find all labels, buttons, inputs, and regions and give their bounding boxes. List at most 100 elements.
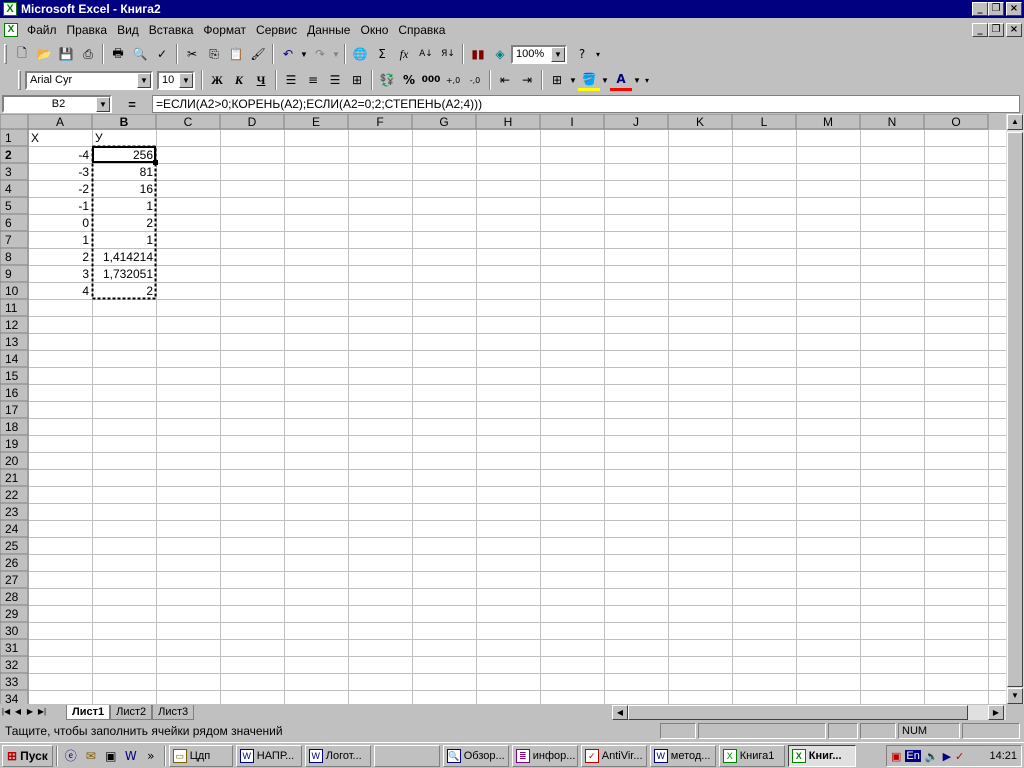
taskbar-button[interactable]: Wметод... xyxy=(649,744,716,767)
menu-window[interactable]: Окно xyxy=(355,20,393,40)
align-right-icon[interactable]: ☰ xyxy=(324,69,346,91)
select-all-button[interactable] xyxy=(0,114,29,130)
internet-explorer-icon[interactable]: ⓔ xyxy=(61,746,81,766)
horizontal-scroll-thumb[interactable] xyxy=(628,705,968,720)
restore-button[interactable]: ❐ xyxy=(988,2,1004,16)
font-color-dropdown-icon[interactable]: ▼ xyxy=(632,76,642,85)
taskbar-button[interactable]: W Логот... xyxy=(304,744,371,767)
font-select[interactable]: Arial Cyr ▼ xyxy=(25,70,153,90)
taskbar-button[interactable]: ✓ AntiVir... xyxy=(580,744,647,767)
vertical-scroll-thumb[interactable] xyxy=(1007,132,1023,687)
cell-B3[interactable]: 81 xyxy=(140,165,154,179)
underline-button[interactable]: Ч xyxy=(250,69,272,91)
save-icon[interactable]: 💾 xyxy=(55,43,77,65)
decrease-decimal-icon[interactable]: -,0 xyxy=(464,69,486,91)
edit-formula-button[interactable]: = xyxy=(112,97,152,112)
currency-icon[interactable]: 💱 xyxy=(376,69,398,91)
menu-edit[interactable]: Правка xyxy=(62,20,113,40)
sheet-tab-1[interactable]: Лист1 xyxy=(66,704,111,720)
workbook-close-button[interactable]: × xyxy=(1006,23,1022,37)
toolbar-grip[interactable] xyxy=(4,44,7,64)
percent-icon[interactable]: % xyxy=(398,69,420,91)
taskbar-button[interactable] xyxy=(373,744,440,767)
scroll-right-icon[interactable]: ▶ xyxy=(988,705,1004,720)
increase-decimal-icon[interactable]: +,0 xyxy=(442,69,464,91)
font-size-dropdown-icon[interactable]: ▼ xyxy=(179,72,193,88)
menu-data[interactable]: Данные xyxy=(302,20,355,40)
cell-A9[interactable]: 3 xyxy=(82,267,89,281)
cell-B7[interactable]: 1 xyxy=(146,233,153,247)
more-buttons-icon[interactable]: ▾ xyxy=(593,50,603,59)
workbook-icon[interactable]: X xyxy=(4,23,18,37)
last-sheet-icon[interactable]: ▶| xyxy=(36,705,48,719)
cell-B10[interactable]: 2 xyxy=(146,284,153,298)
merge-center-icon[interactable]: ⊞ xyxy=(346,69,368,91)
tray-media-icon[interactable]: ▶ xyxy=(943,750,951,763)
undo-icon[interactable]: ↶ xyxy=(277,43,299,65)
taskbar-button-active[interactable]: X Книг... xyxy=(787,744,856,767)
cell-A5[interactable]: -1 xyxy=(78,199,89,213)
cell-A1[interactable]: X xyxy=(31,131,39,145)
font-color-icon[interactable]: A xyxy=(610,69,632,91)
italic-button[interactable]: К xyxy=(228,69,250,91)
thousands-icon[interactable]: 000 xyxy=(420,69,442,91)
redo-dropdown-icon[interactable]: ▼ xyxy=(331,50,341,59)
web-icon[interactable]: 🌐 xyxy=(349,43,371,65)
scroll-up-icon[interactable]: ▲ xyxy=(1007,114,1023,130)
close-button[interactable]: × xyxy=(1006,2,1022,16)
new-document-icon[interactable]: 🗋 xyxy=(11,43,33,65)
cell-B9[interactable]: 1,732051 xyxy=(103,267,153,281)
fill-color-dropdown-icon[interactable]: ▼ xyxy=(600,76,610,85)
cell-A10[interactable]: 4 xyxy=(82,284,89,298)
function-icon[interactable]: fx xyxy=(393,43,415,65)
align-center-icon[interactable]: ≡ xyxy=(302,69,324,91)
sheet-tab-3[interactable]: Лист3 xyxy=(152,704,195,720)
taskbar-button[interactable]: ▭ Цдп xyxy=(168,744,233,767)
align-left-icon[interactable]: ☰ xyxy=(280,69,302,91)
next-sheet-icon[interactable]: ▶ xyxy=(24,705,36,719)
scroll-left-icon[interactable]: ◀ xyxy=(612,705,628,720)
toolbar-grip[interactable] xyxy=(18,70,21,90)
menu-tools[interactable]: Сервис xyxy=(251,20,302,40)
open-folder-icon[interactable]: 📂 xyxy=(33,43,55,65)
cut-icon[interactable]: ✂ xyxy=(181,43,203,65)
name-box-dropdown-icon[interactable]: ▼ xyxy=(96,97,110,112)
font-size-select[interactable]: 10 ▼ xyxy=(157,70,195,90)
first-sheet-icon[interactable]: |◀ xyxy=(0,705,12,719)
autosum-icon[interactable]: Σ xyxy=(371,43,393,65)
workbook-minimize-button[interactable]: _ xyxy=(972,23,988,37)
more-quick-launch-icon[interactable]: » xyxy=(141,746,161,766)
redo-icon[interactable]: ↷ xyxy=(309,43,331,65)
fill-color-icon[interactable]: 🪣 xyxy=(578,69,600,91)
cell-B1[interactable]: У xyxy=(95,131,103,145)
menu-insert[interactable]: Вставка xyxy=(144,20,199,40)
taskbar-button[interactable]: ≣ инфор... xyxy=(511,744,578,767)
zoom-dropdown-icon[interactable]: ▼ xyxy=(551,46,565,62)
cell-B2[interactable]: 256 xyxy=(133,148,153,162)
borders-icon[interactable]: ⊞ xyxy=(546,69,568,91)
worksheet-grid[interactable]: A B C D E F G H I J K L M N O1234567891011121314151617… xyxy=(0,114,1006,704)
scroll-down-icon[interactable]: ▼ xyxy=(1007,688,1023,704)
increase-indent-icon[interactable]: ⇥ xyxy=(516,69,538,91)
taskbar-button[interactable]: 🔍 Обзор... xyxy=(442,744,509,767)
cell-B6[interactable]: 2 xyxy=(146,216,153,230)
formula-input[interactable]: =ЕСЛИ(A2>0;КОРЕНЬ(A2);ЕСЛИ(A2=0;2;СТЕПЕН… xyxy=(152,95,1020,113)
tray-app-icon[interactable]: ▣ xyxy=(891,750,901,763)
chart-wizard-icon[interactable]: ▮▮ xyxy=(467,43,489,65)
horizontal-scrollbar[interactable]: ◀ ▶ xyxy=(612,705,1006,720)
cell-A6[interactable]: 0 xyxy=(82,216,89,230)
decrease-indent-icon[interactable]: ⇤ xyxy=(494,69,516,91)
name-box[interactable]: B2 ▼ xyxy=(2,95,112,113)
menu-format[interactable]: Формат xyxy=(198,20,251,40)
cell-B5[interactable]: 1 xyxy=(146,199,153,213)
minimize-button[interactable]: _ xyxy=(972,2,988,16)
help-icon[interactable]: ? xyxy=(571,43,593,65)
cell-A4[interactable]: -2 xyxy=(78,182,89,196)
taskbar-button[interactable]: W НАПР... xyxy=(235,744,302,767)
print-icon[interactable]: 🖶 xyxy=(107,43,129,65)
bold-button[interactable]: Ж xyxy=(206,69,228,91)
workbook-restore-button[interactable]: ❐ xyxy=(988,23,1004,37)
paste-icon[interactable]: 📋 xyxy=(225,43,247,65)
volume-icon[interactable]: 🔈 xyxy=(925,750,939,763)
language-indicator[interactable]: En xyxy=(905,750,921,762)
